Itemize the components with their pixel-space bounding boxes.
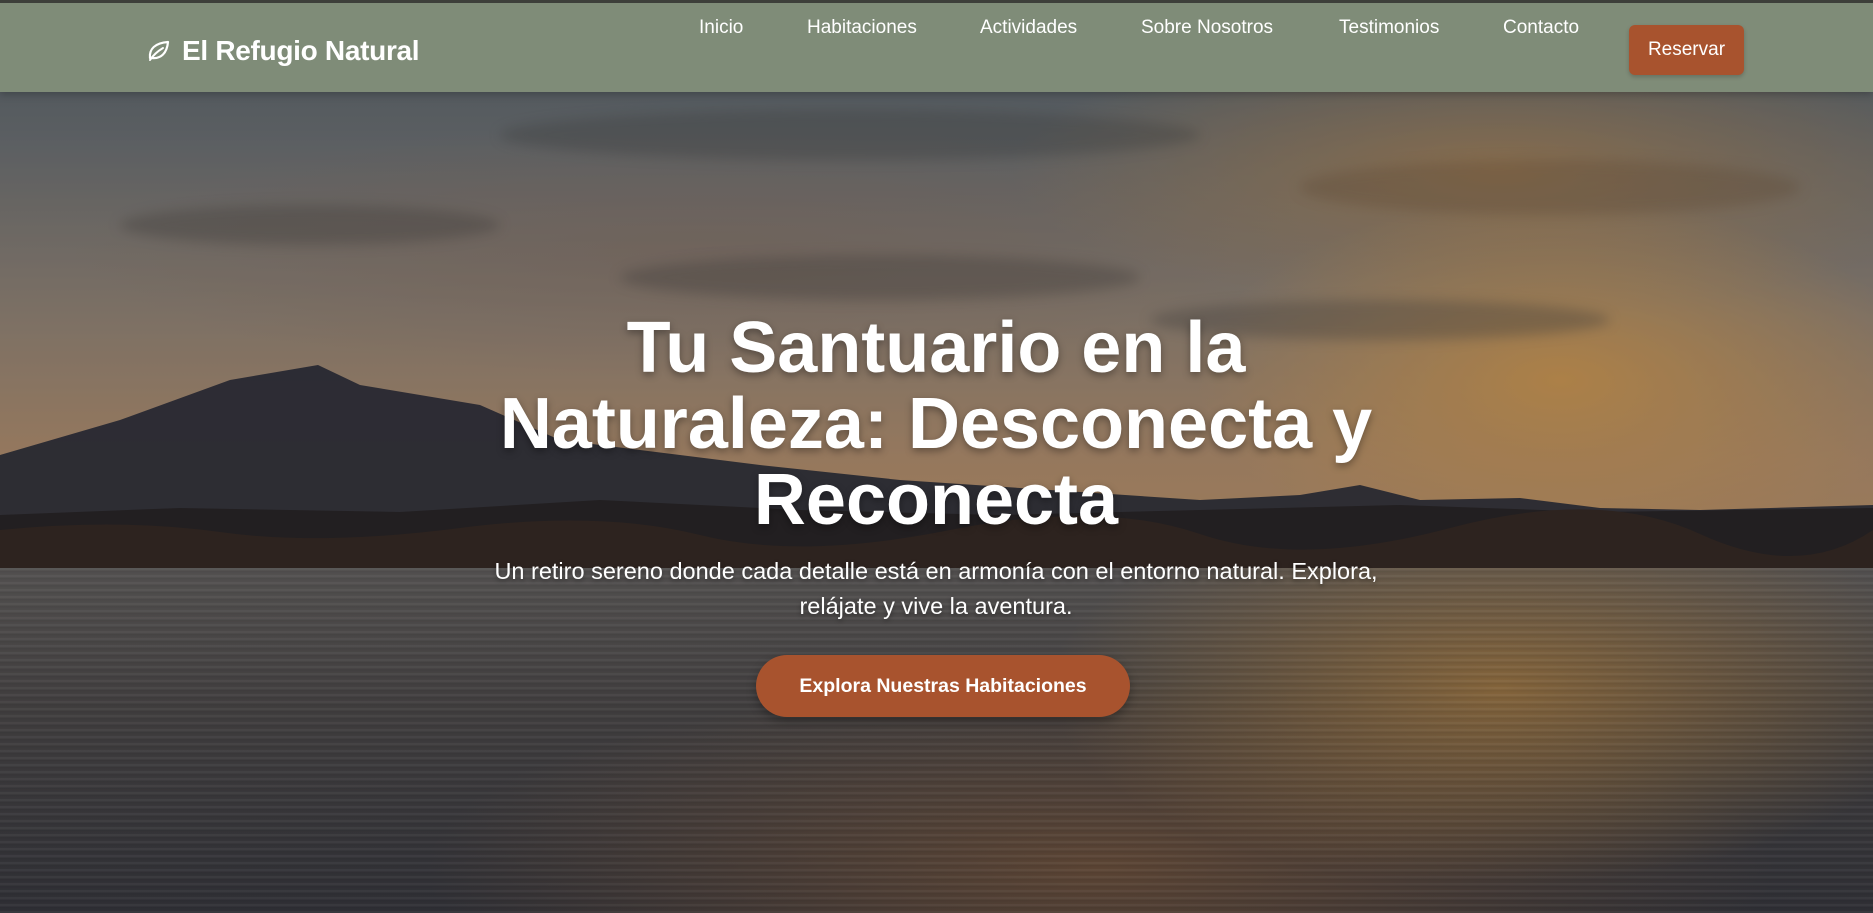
nav-link-habitaciones[interactable]: Habitaciones [807,3,917,53]
nav-link-testimonios[interactable]: Testimonios [1339,3,1439,53]
hero-subtitle: Un retiro sereno donde cada detalle está… [494,558,1378,619]
reserve-button[interactable]: Reservar [1629,25,1744,75]
hero-content: Tu Santuario en la Naturaleza: Desconect… [436,308,1436,717]
nav-link-sobre-nosotros[interactable]: Sobre Nosotros [1141,3,1273,53]
hero-title: Tu Santuario en la Naturaleza: Desconect… [499,308,1373,540]
nav-link-actividades[interactable]: Actividades [980,3,1077,53]
brand-logo[interactable]: El Refugio Natural [146,33,420,69]
navbar: El Refugio Natural Inicio Habitaciones A… [0,0,1873,92]
brand-name: El Refugio Natural [182,35,420,66]
leaf-icon [146,38,172,64]
explore-rooms-button[interactable]: Explora Nuestras Habitaciones [756,655,1130,717]
nav-link-inicio[interactable]: Inicio [699,3,743,53]
nav-link-contacto[interactable]: Contacto [1503,3,1579,53]
